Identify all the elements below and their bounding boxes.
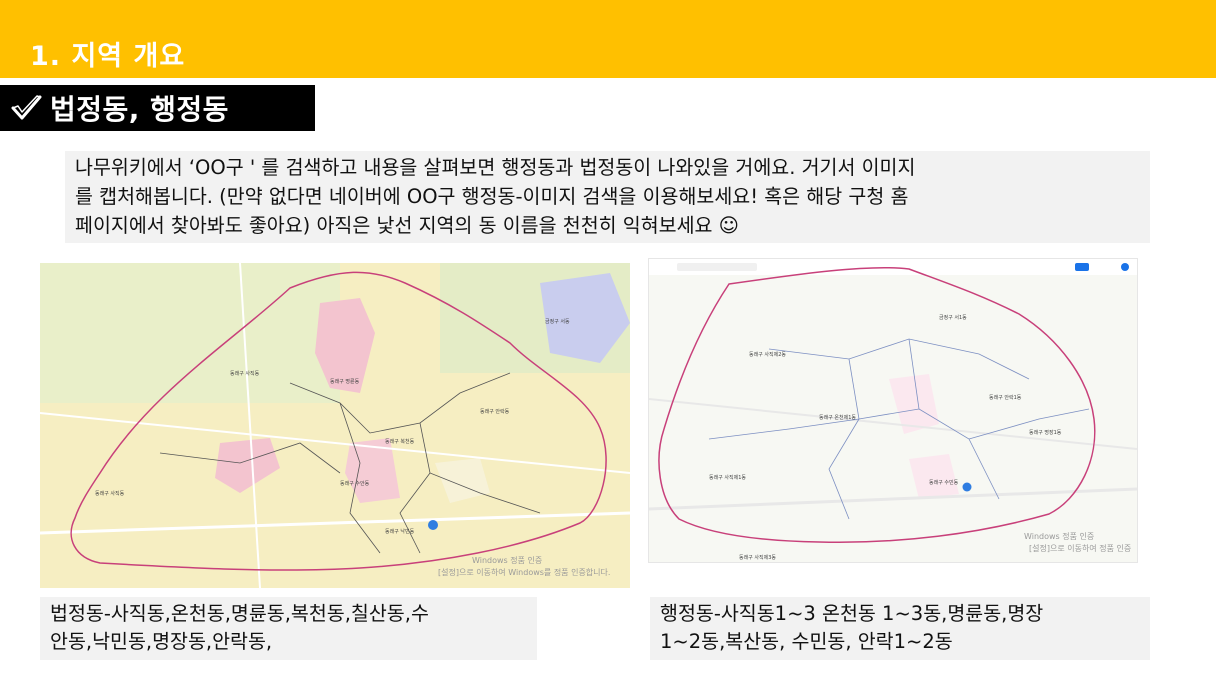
svg-text:동래구 명장1동: 동래구 명장1동 [1029,429,1062,436]
svg-text:동래구 사직제1동: 동래구 사직제1동 [709,474,746,481]
right-watermark-1: Windows 정품 인증 [1024,531,1094,541]
legal-dong-caption: 법정동-사직동,온천동,명륜동,복천동,칠산동,수 안동,낙민동,명장동,안락동… [40,597,537,660]
legal-dong-caption-line-2: 안동,낙민동,명장동,안락동, [50,630,273,653]
intro-line-1: 나무위키에서 ‘OO구 ' 를 검색하고 내용을 살펴보면 행정동과 법정동이 … [75,156,916,179]
admin-dong-caption-line-1: 행정동-사직동1~3 온천동 1~3동,명륜동,명장 [660,602,1044,625]
intro-line-2: 를 캡처해봅니다. (만약 없다면 네이버에 OO구 행정동-이미지 검색을 이… [75,185,909,208]
admin-dong-caption-line-2: 1~2동,복산동, 수민동, 안락1~2동 [660,630,953,653]
svg-text:동래구 사직동: 동래구 사직동 [95,490,125,497]
left-watermark-2: [설정]으로 이동하여 Windows를 정품 인증합니다. [438,567,610,577]
svg-text:동래구 낙민동: 동래구 낙민동 [385,528,415,535]
svg-text:동래구 사직동: 동래구 사직동 [230,370,260,377]
legal-dong-caption-line-1: 법정동-사직동,온천동,명륜동,복천동,칠산동,수 [50,602,429,625]
svg-text:동래구 안락동: 동래구 안락동 [480,408,510,415]
svg-text:동래구 명륜동: 동래구 명륜동 [330,378,360,385]
svg-text:동래구 수안동: 동래구 수안동 [340,480,370,487]
section-tag: 법정동, 행정동 [0,85,315,131]
intro-text-box: 나무위키에서 ‘OO구 ' 를 검색하고 내용을 살펴보면 행정동과 법정동이 … [65,151,1150,243]
section-label: 법정동, 행정동 [50,93,229,126]
left-watermark-1: Windows 정품 인증 [472,555,542,565]
admin-dong-caption: 행정동-사직동1~3 온천동 1~3동,명륜동,명장 1~2동,복산동, 수민동… [650,597,1150,660]
svg-text:동래구 안락1동: 동래구 안락1동 [989,394,1022,401]
svg-text:동래구 복천동: 동래구 복천동 [385,438,415,445]
check-icon [11,95,42,120]
svg-text:동래구 사직제2동: 동래구 사직제2동 [749,351,786,358]
top-banner: 1. 지역 개요 [0,0,1216,78]
svg-text:동래구 사직제3동: 동래구 사직제3동 [739,554,776,561]
svg-text:금정구 서1동: 금정구 서1동 [939,314,967,321]
admin-dong-map-image: 동래구 사직제2동 동래구 온천제1동 금정구 서1동 동래구 안락1동 동래구… [648,258,1138,563]
legal-dong-map-image: 동래구 사직동 동래구 명륜동 동래구 복천동 동래구 안락동 금정구 서동 동… [40,263,630,588]
intro-line-3: 페이지에서 찾아봐도 좋아요) 아직은 낯선 지역의 동 이름을 천천히 익혀보… [75,214,740,237]
slide-title: 1. 지역 개요 [30,41,186,72]
svg-text:동래구 온천제1동: 동래구 온천제1동 [819,414,856,421]
svg-text:동래구 수민동: 동래구 수민동 [929,479,959,486]
right-watermark-2: [설정]으로 이동하여 정품 인증 [1029,543,1131,553]
svg-text:금정구 서동: 금정구 서동 [545,318,570,325]
